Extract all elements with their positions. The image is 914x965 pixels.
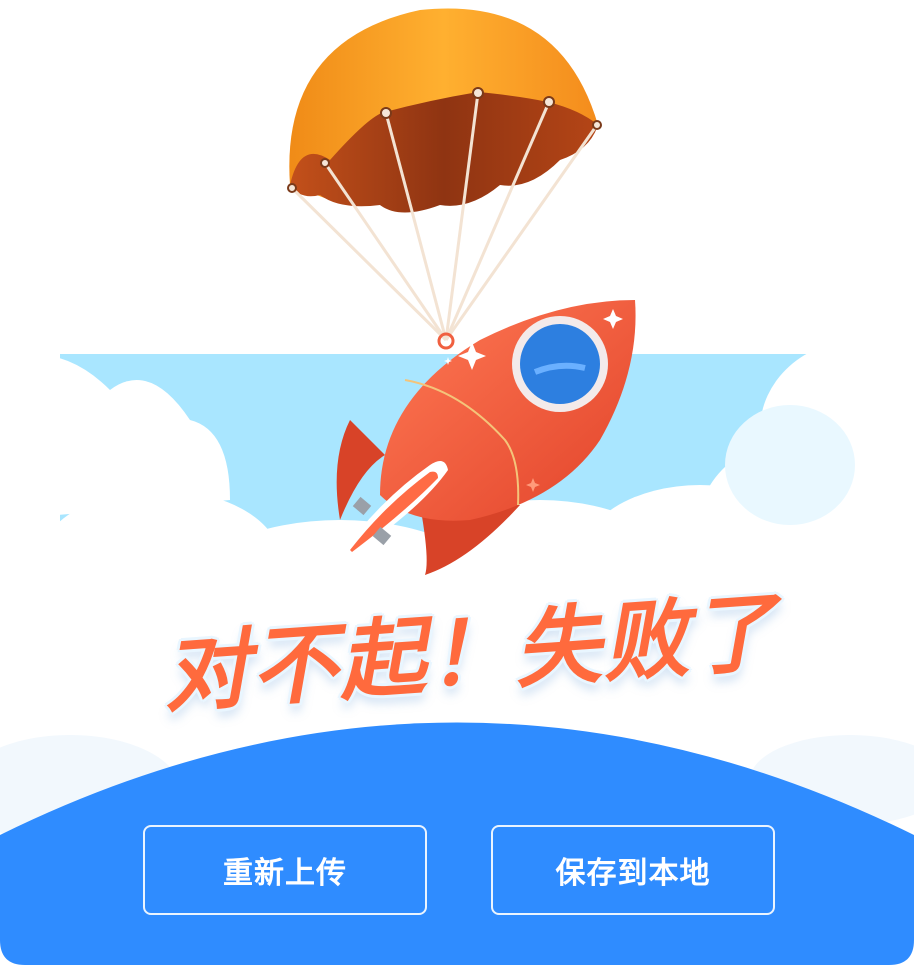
parachute-icon <box>287 8 602 350</box>
error-dialog: 对不起！失败了 重新上传 保存到本地 <box>0 0 914 965</box>
reupload-button[interactable]: 重新上传 <box>143 825 427 915</box>
failure-illustration <box>0 8 914 965</box>
save-local-button[interactable]: 保存到本地 <box>491 825 775 915</box>
